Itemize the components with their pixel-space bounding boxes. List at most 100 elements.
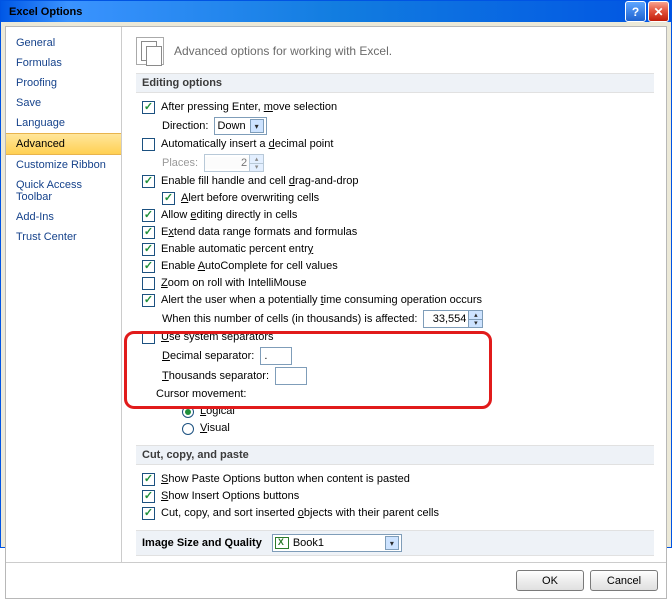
label-cut-sort: Cut, copy, and sort inserted objects wit… (161, 506, 439, 521)
opt-edit-in-cells: Allow editing directly in cells (136, 207, 654, 224)
radio-visual[interactable] (182, 423, 194, 435)
opt-extend-formats: Extend data range formats and formulas (136, 224, 654, 241)
label-logical: Logical (200, 404, 235, 419)
opt-paste-options: Show Paste Options button when content i… (136, 471, 654, 488)
content-header: Advanced options for working with Excel. (136, 37, 654, 65)
sidebar: General Formulas Proofing Save Language … (6, 27, 122, 562)
sidebar-item-language[interactable]: Language (6, 113, 121, 133)
opt-auto-percent: Enable automatic percent entry (136, 241, 654, 258)
opt-cursor-movement: Cursor movement: (136, 386, 654, 403)
workbook-icon (275, 537, 289, 549)
checkbox-zoom-intelli[interactable] (142, 277, 155, 290)
opt-logical: Logical (136, 403, 654, 420)
dialog-footer: OK Cancel (6, 562, 666, 598)
checkbox-paste-options[interactable] (142, 473, 155, 486)
label-after-enter: After pressing Enter, move selection (161, 100, 337, 115)
label-extend-formats: Extend data range formats and formulas (161, 225, 357, 240)
checkbox-alert-time[interactable] (142, 294, 155, 307)
excel-options-window: Excel Options ? ✕ General Formulas Proof… (0, 0, 672, 548)
checkbox-fill-handle[interactable] (142, 175, 155, 188)
sidebar-item-qat[interactable]: Quick Access Toolbar (6, 175, 121, 207)
checkbox-use-sys-sep[interactable] (142, 331, 155, 344)
cells-affected-spinner[interactable]: ▴▾ (423, 310, 483, 328)
spin-down-icon[interactable]: ▾ (468, 319, 482, 327)
label-thousands-sep: Thousands separator: (162, 369, 269, 384)
opt-direction: Direction: Down ▾ (136, 116, 654, 136)
opt-fill-handle: Enable fill handle and cell drag-and-dro… (136, 173, 654, 190)
options-icon (136, 37, 164, 65)
label-fill-handle: Enable fill handle and cell drag-and-dro… (161, 174, 359, 189)
sidebar-item-trust-center[interactable]: Trust Center (6, 227, 121, 247)
checkbox-auto-decimal[interactable] (142, 138, 155, 151)
window-title: Excel Options (9, 6, 623, 18)
label-paste-options: Show Paste Options button when content i… (161, 472, 410, 487)
sidebar-item-save[interactable]: Save (6, 93, 121, 113)
label-auto-decimal: Automatically insert a decimal point (161, 137, 333, 152)
label-image-size-quality: Image Size and Quality (142, 537, 262, 549)
content-pane: Advanced options for working with Excel.… (122, 27, 666, 562)
ok-button[interactable]: OK (516, 570, 584, 591)
opt-thousands-sep: Thousands separator: (136, 366, 654, 386)
label-edit-in-cells: Allow editing directly in cells (161, 208, 297, 223)
label-decimal-sep: Decimal separator: (162, 349, 254, 364)
sidebar-item-formulas[interactable]: Formulas (6, 53, 121, 73)
opt-alert-overwrite: Alert before overwriting cells (136, 190, 654, 207)
sidebar-item-general[interactable]: General (6, 33, 121, 53)
checkbox-alert-overwrite[interactable] (162, 192, 175, 205)
opt-autocomplete: Enable AutoComplete for cell values (136, 258, 654, 275)
places-input (205, 157, 249, 169)
label-alert-overwrite: Alert before overwriting cells (181, 191, 319, 206)
checkbox-autocomplete[interactable] (142, 260, 155, 273)
label-visual: Visual (200, 421, 230, 436)
section-editing-options: Editing options (136, 73, 654, 93)
places-spinner: ▴▾ (204, 154, 264, 172)
checkbox-auto-percent[interactable] (142, 243, 155, 256)
decimal-separator-input[interactable] (260, 347, 292, 365)
titlebar[interactable]: Excel Options ? ✕ (1, 1, 671, 22)
label-zoom-intelli: Zoom on roll with IntelliMouse (161, 276, 307, 291)
opt-places: Places: ▴▾ (136, 153, 654, 173)
sidebar-item-proofing[interactable]: Proofing (6, 73, 121, 93)
opt-decimal-sep: Decimal separator: (136, 346, 654, 366)
dialog-body: General Formulas Proofing Save Language … (5, 26, 667, 599)
main-area: General Formulas Proofing Save Language … (6, 27, 666, 562)
checkbox-cut-sort[interactable] (142, 507, 155, 520)
direction-select[interactable]: Down ▾ (214, 117, 266, 135)
label-cells-affected: When this number of cells (in thousands)… (162, 312, 417, 327)
section-cut-copy-paste: Cut, copy, and paste (136, 445, 654, 465)
opt-cut-sort: Cut, copy, and sort inserted objects wit… (136, 505, 654, 522)
checkbox-insert-options[interactable] (142, 490, 155, 503)
sidebar-item-advanced[interactable]: Advanced (6, 133, 121, 155)
label-auto-percent: Enable automatic percent entry (161, 242, 313, 257)
label-cursor-movement: Cursor movement: (156, 387, 246, 402)
section-image-size-quality: Image Size and Quality Book1 ▾ (136, 530, 654, 556)
label-places: Places: (162, 156, 198, 171)
workbook-value: Book1 (293, 537, 324, 549)
cells-affected-input[interactable] (424, 313, 468, 325)
label-direction: Direction: (162, 119, 208, 134)
thousands-separator-input[interactable] (275, 367, 307, 385)
opt-cells-affected: When this number of cells (in thousands)… (136, 309, 654, 329)
label-autocomplete: Enable AutoComplete for cell values (161, 259, 338, 274)
label-use-sys-sep: Use system separators (161, 330, 274, 345)
spin-down-icon: ▾ (249, 163, 263, 171)
header-text: Advanced options for working with Excel. (174, 44, 392, 58)
radio-logical[interactable] (182, 406, 194, 418)
chevron-down-icon: ▾ (250, 119, 264, 133)
cancel-button[interactable]: Cancel (590, 570, 658, 591)
checkbox-after-enter[interactable] (142, 101, 155, 114)
opt-after-enter: After pressing Enter, move selection (136, 99, 654, 116)
checkbox-edit-in-cells[interactable] (142, 209, 155, 222)
help-button[interactable]: ? (625, 1, 646, 22)
close-button[interactable]: ✕ (648, 1, 669, 22)
checkbox-extend-formats[interactable] (142, 226, 155, 239)
sidebar-item-customize-ribbon[interactable]: Customize Ribbon (6, 155, 121, 175)
sidebar-item-addins[interactable]: Add-Ins (6, 207, 121, 227)
workbook-select[interactable]: Book1 ▾ (272, 534, 402, 552)
opt-use-sys-sep: Use system separators (136, 329, 654, 346)
label-alert-time: Alert the user when a potentially time c… (161, 293, 482, 308)
opt-insert-options: Show Insert Options buttons (136, 488, 654, 505)
label-insert-options: Show Insert Options buttons (161, 489, 299, 504)
opt-auto-decimal: Automatically insert a decimal point (136, 136, 654, 153)
opt-visual: Visual (136, 420, 654, 437)
